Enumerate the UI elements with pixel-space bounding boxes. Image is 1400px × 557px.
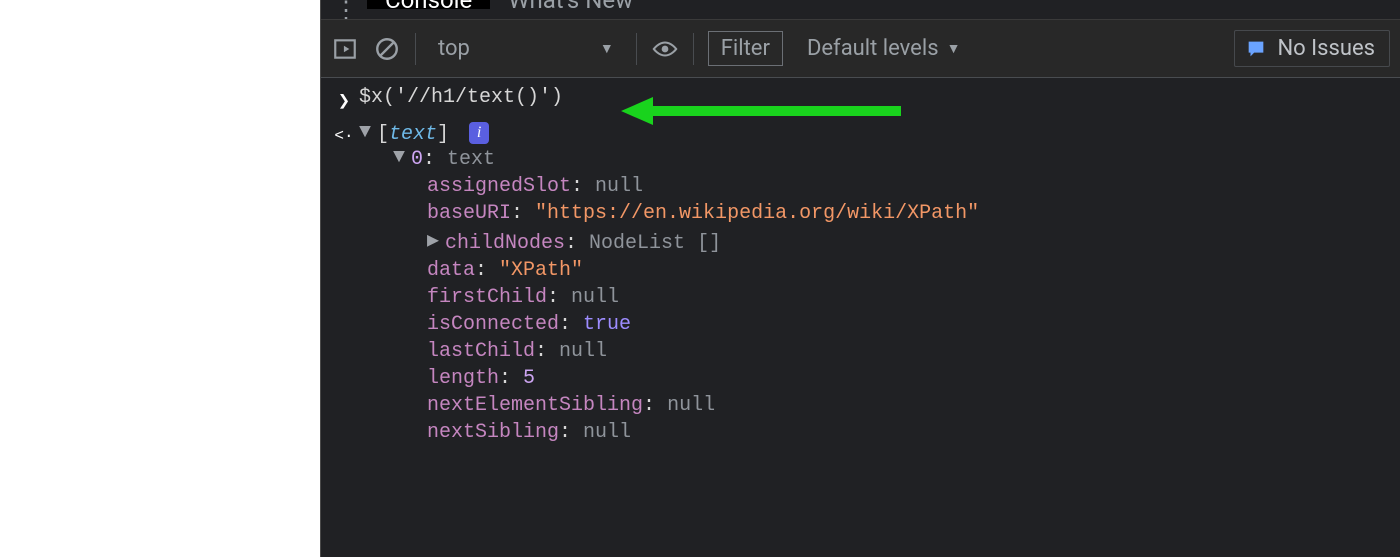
devtools-panel: ⋮ Console What's New top ▼	[320, 0, 1400, 557]
console-output: ❯ $x('//h1/text()') <· ▼[text] i ▼0: tex…	[321, 78, 1400, 557]
prop-childNodes[interactable]: ▶childNodes: NodeList []	[427, 227, 1390, 257]
property-list: assignedSlot: null baseURI: "https://en.…	[393, 173, 1390, 446]
console-result-row: <· ▼[text] i ▼0: text assignedSlot: null…	[321, 118, 1400, 450]
console-input-row: ❯ $x('//h1/text()')	[321, 82, 1400, 118]
console-toolbar: top ▼ Filter Default levels ▼ No Issues	[321, 20, 1400, 78]
more-tabs-icon[interactable]: ⋮	[331, 0, 361, 20]
result-content[interactable]: ▼[text] i ▼0: text assignedSlot: null ba…	[359, 122, 1400, 446]
issues-label: No Issues	[1277, 36, 1375, 61]
prop-data[interactable]: data: "XPath"	[427, 257, 1390, 284]
chevron-down-icon: ▼	[947, 40, 961, 57]
devtools-tabs: ⋮ Console What's New	[321, 0, 1400, 20]
toolbar-divider	[636, 33, 637, 65]
tree-index-row[interactable]: ▼0: text	[393, 146, 1390, 173]
expand-toggle-icon[interactable]: ▼	[393, 146, 405, 158]
info-icon[interactable]: i	[469, 122, 489, 144]
toolbar-divider	[693, 33, 694, 65]
page-background	[0, 0, 320, 557]
tab-console-label: Console	[385, 0, 472, 14]
context-label: top	[438, 36, 470, 61]
filter-input[interactable]: Filter	[708, 31, 783, 66]
log-levels-select[interactable]: Default levels ▼	[807, 36, 960, 61]
execution-context-select[interactable]: top ▼	[430, 36, 622, 61]
tab-whats-new[interactable]: What's New	[490, 0, 651, 9]
tab-console[interactable]: Console	[367, 0, 490, 9]
chevron-down-icon: ▼	[600, 40, 614, 57]
console-input-text[interactable]: $x('//h1/text()')	[359, 86, 1400, 109]
output-icon: <·	[329, 122, 359, 147]
expand-toggle-icon[interactable]: ▶	[427, 227, 439, 239]
prop-length[interactable]: length: 5	[427, 365, 1390, 392]
prop-firstChild[interactable]: firstChild: null	[427, 284, 1390, 311]
prop-assignedSlot[interactable]: assignedSlot: null	[427, 173, 1390, 200]
issues-button[interactable]: No Issues	[1234, 30, 1390, 67]
prop-lastChild[interactable]: lastChild: null	[427, 338, 1390, 365]
live-expression-icon[interactable]	[651, 35, 679, 63]
result-type: text	[389, 123, 437, 146]
toggle-sidebar-icon[interactable]	[331, 35, 359, 63]
filter-placeholder: Filter	[721, 36, 770, 61]
index-type: text	[447, 148, 495, 171]
clear-console-icon[interactable]	[373, 35, 401, 63]
expand-toggle-icon[interactable]: ▼	[359, 121, 371, 133]
input-prompt-icon: ❯	[329, 86, 359, 114]
issues-icon	[1245, 38, 1267, 60]
prop-baseURI[interactable]: baseURI: "https://en.wikipedia.org/wiki/…	[427, 200, 1390, 227]
prop-isConnected[interactable]: isConnected: true	[427, 311, 1390, 338]
prop-nextElementSibling[interactable]: nextElementSibling: null	[427, 392, 1390, 419]
toolbar-divider	[415, 33, 416, 65]
object-tree: ▼0: text assignedSlot: null baseURI: "ht…	[359, 146, 1390, 446]
tab-whats-new-label: What's New	[508, 0, 633, 14]
prop-nextSibling[interactable]: nextSibling: null	[427, 419, 1390, 446]
levels-label: Default levels	[807, 36, 939, 61]
index-key: 0	[411, 148, 423, 171]
